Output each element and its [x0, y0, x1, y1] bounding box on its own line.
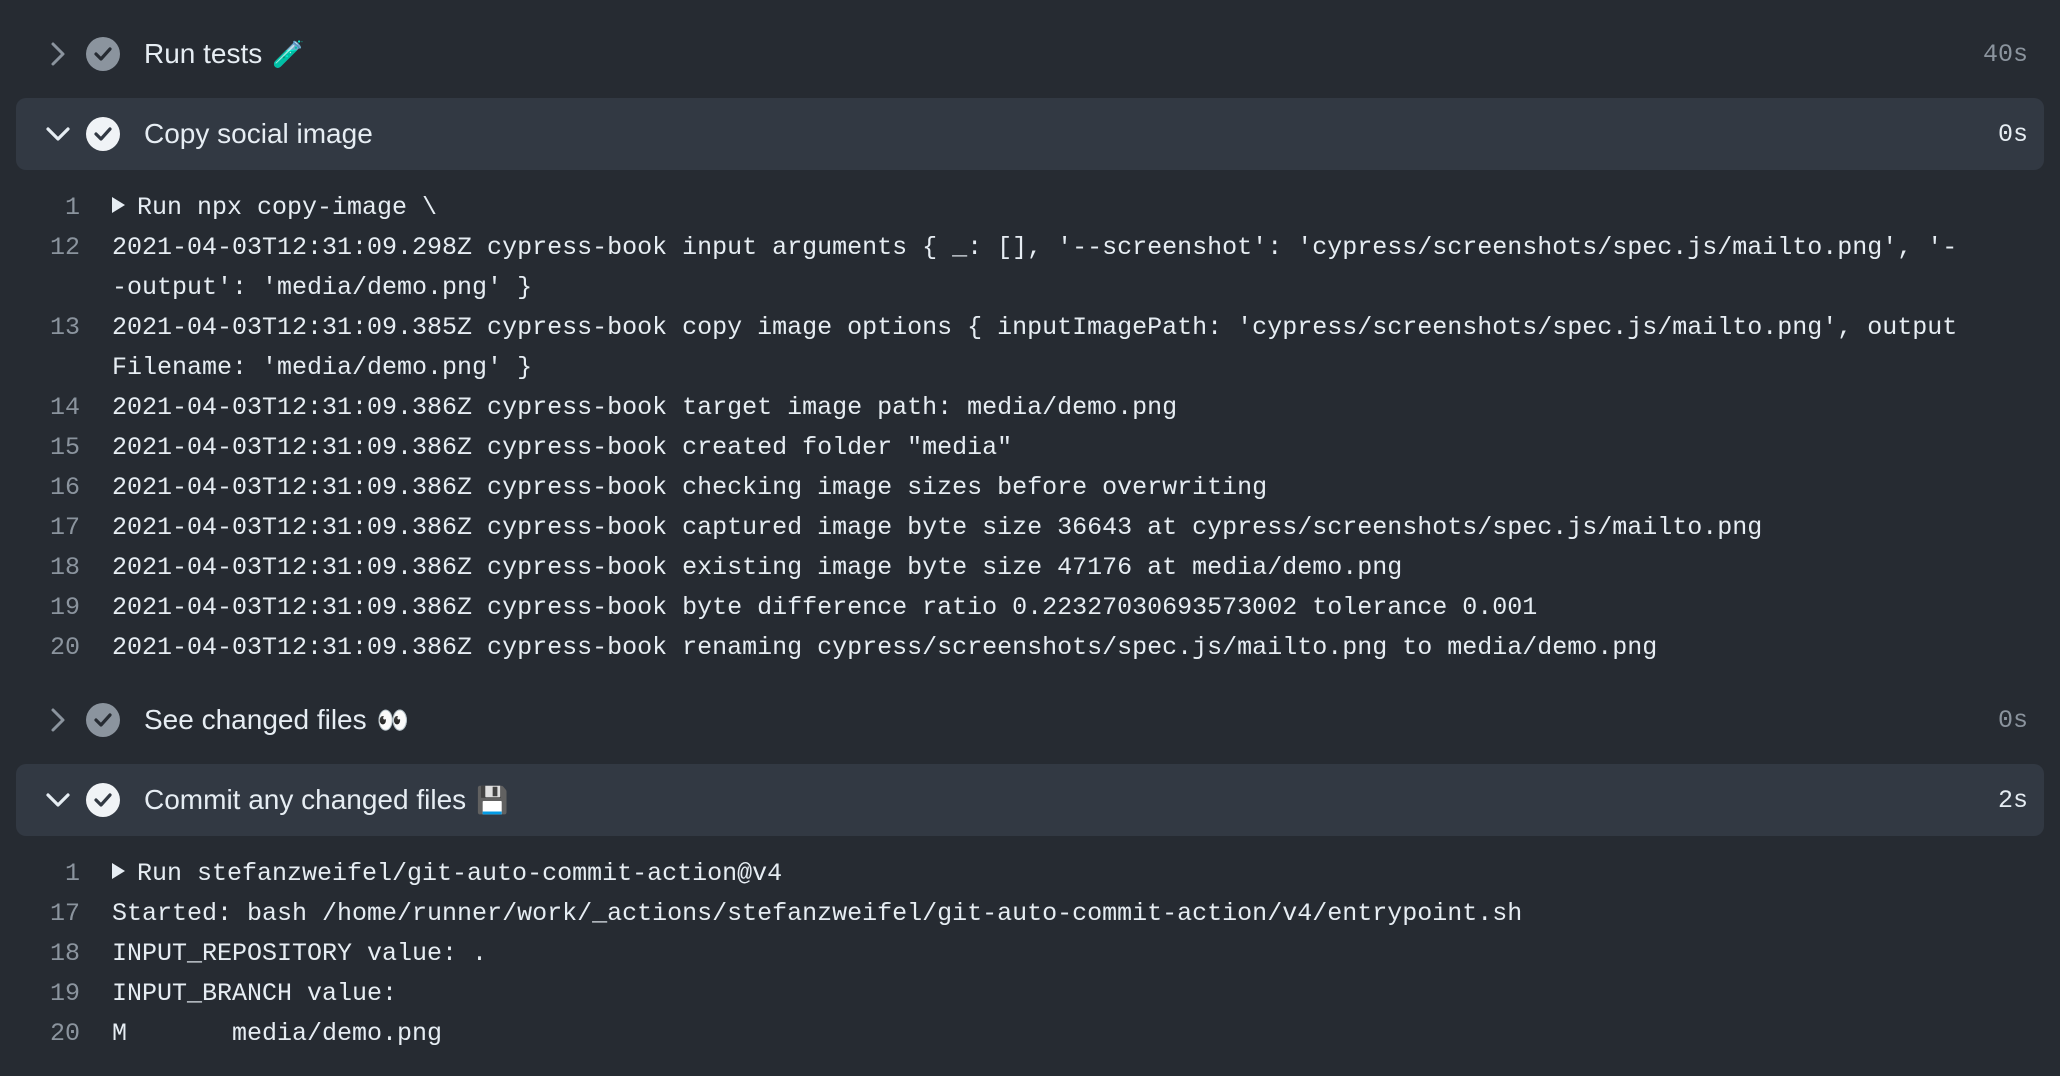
check-circle-icon — [86, 783, 120, 817]
line-number[interactable]: 19 — [0, 974, 112, 1014]
step-title: Copy social image — [144, 118, 373, 150]
step-commit-changed-files: Commit any changed files 💾 2s 1 Run stef… — [0, 764, 2060, 1070]
log-text: Run npx copy-image \ — [137, 193, 438, 222]
test-tube-emoji: 🧪 — [272, 38, 305, 69]
log-text: 2021-04-03T12:31:09.386Z cypress-book cr… — [112, 433, 1013, 462]
step-title: Run tests 🧪 — [144, 38, 305, 70]
line-number[interactable]: 17 — [0, 894, 112, 934]
log-line[interactable]: 1 Run stefanzweifel/git-auto-commit-acti… — [0, 854, 2060, 894]
log-group-toggle[interactable]: Run stefanzweifel/git-auto-commit-action… — [112, 854, 2060, 894]
line-number[interactable]: 20 — [0, 1014, 112, 1054]
log-line: 14 2021-04-03T12:31:09.386Z cypress-book… — [0, 388, 2060, 428]
log-text: Run stefanzweifel/git-auto-commit-action… — [137, 859, 783, 888]
line-number[interactable]: 16 — [0, 468, 112, 508]
line-number[interactable]: 1 — [0, 854, 112, 894]
log-line: 17 2021-04-03T12:31:09.386Z cypress-book… — [0, 508, 2060, 548]
step-duration: 40s — [1982, 39, 2028, 69]
step-run-tests: Run tests 🧪 40s — [0, 0, 2060, 90]
log-text: 2021-04-03T12:31:09.386Z cypress-book ex… — [112, 553, 1403, 582]
log-line: 20 M media/demo.png — [0, 1014, 2060, 1054]
check-circle-icon — [86, 37, 120, 71]
step-header-run-tests[interactable]: Run tests 🧪 40s — [16, 18, 2044, 90]
step-header-copy-social-image[interactable]: Copy social image 0s — [16, 98, 2044, 170]
log-line: 15 2021-04-03T12:31:09.386Z cypress-book… — [0, 428, 2060, 468]
log-text: 2021-04-03T12:31:09.386Z cypress-book by… — [112, 593, 1538, 622]
check-circle-icon — [86, 703, 120, 737]
step-title-text: Copy social image — [144, 118, 373, 149]
log-line: 18 INPUT_REPOSITORY value: . — [0, 934, 2060, 974]
step-duration: 0s — [1997, 705, 2028, 735]
log-text: Started: bash /home/runner/work/_actions… — [112, 899, 1523, 928]
log-line: 20 2021-04-03T12:31:09.386Z cypress-book… — [0, 628, 2060, 668]
line-number[interactable]: 1 — [0, 188, 112, 228]
line-number[interactable]: 18 — [0, 548, 112, 588]
eyes-emoji: 👀 — [376, 704, 409, 735]
log-text: 2021-04-03T12:31:09.386Z cypress-book ch… — [112, 473, 1268, 502]
chevron-down-icon[interactable] — [30, 780, 86, 820]
log-text: INPUT_BRANCH value: — [112, 979, 398, 1008]
log-text: 2021-04-03T12:31:09.386Z cypress-book ca… — [112, 513, 1763, 542]
log-line: 16 2021-04-03T12:31:09.386Z cypress-book… — [0, 468, 2060, 508]
log-text: 2021-04-03T12:31:09.386Z cypress-book re… — [112, 633, 1658, 662]
log-line: 18 2021-04-03T12:31:09.386Z cypress-book… — [0, 548, 2060, 588]
step-title: Commit any changed files 💾 — [144, 784, 509, 816]
step-title-text: Run tests — [144, 38, 263, 69]
log-line: 13 2021-04-03T12:31:09.385Z cypress-book… — [0, 308, 2060, 388]
line-number[interactable]: 18 — [0, 934, 112, 974]
log-line: 19 2021-04-03T12:31:09.386Z cypress-book… — [0, 588, 2060, 628]
check-circle-icon — [86, 117, 120, 151]
step-title-text: See changed files — [144, 704, 367, 735]
log-line[interactable]: 1 Run npx copy-image \ — [0, 188, 2060, 228]
step-header-see-changed-files[interactable]: See changed files 👀 0s — [16, 684, 2044, 756]
log-text: M media/demo.png — [112, 1019, 443, 1048]
log-line: 12 2021-04-03T12:31:09.298Z cypress-book… — [0, 228, 2060, 308]
chevron-right-icon[interactable] — [30, 700, 86, 740]
step-see-changed-files: See changed files 👀 0s — [0, 684, 2060, 756]
chevron-down-icon[interactable] — [30, 114, 86, 154]
log-group-toggle[interactable]: Run npx copy-image \ — [112, 188, 2060, 228]
line-number[interactable]: 13 — [0, 308, 112, 388]
caret-right-icon[interactable] — [112, 197, 125, 213]
floppy-disk-emoji: 💾 — [476, 784, 509, 815]
line-number[interactable]: 12 — [0, 228, 112, 308]
line-number[interactable]: 15 — [0, 428, 112, 468]
line-number[interactable]: 20 — [0, 628, 112, 668]
step-duration: 0s — [1997, 119, 2028, 149]
step-title: See changed files 👀 — [144, 704, 409, 736]
log-line: 19 INPUT_BRANCH value: — [0, 974, 2060, 1014]
step-title-text: Commit any changed files — [144, 784, 467, 815]
line-number[interactable]: 14 — [0, 388, 112, 428]
line-number[interactable]: 19 — [0, 588, 112, 628]
log-text: 2021-04-03T12:31:09.298Z cypress-book in… — [112, 233, 1958, 302]
log-line: 17 Started: bash /home/runner/work/_acti… — [0, 894, 2060, 934]
log-text: 2021-04-03T12:31:09.385Z cypress-book co… — [112, 313, 1958, 382]
caret-right-icon[interactable] — [112, 863, 125, 879]
step-header-commit-changed-files[interactable]: Commit any changed files 💾 2s — [16, 764, 2044, 836]
log-text: INPUT_REPOSITORY value: . — [112, 939, 488, 968]
step-copy-social-image: Copy social image 0s 1 Run npx copy-imag… — [0, 98, 2060, 684]
line-number[interactable]: 17 — [0, 508, 112, 548]
step-duration: 2s — [1997, 785, 2028, 815]
log-text: 2021-04-03T12:31:09.386Z cypress-book ta… — [112, 393, 1178, 422]
step-log: 1 Run npx copy-image \ 12 2021-04-03T12:… — [0, 170, 2060, 684]
step-log: 1 Run stefanzweifel/git-auto-commit-acti… — [0, 836, 2060, 1070]
chevron-right-icon[interactable] — [30, 34, 86, 74]
